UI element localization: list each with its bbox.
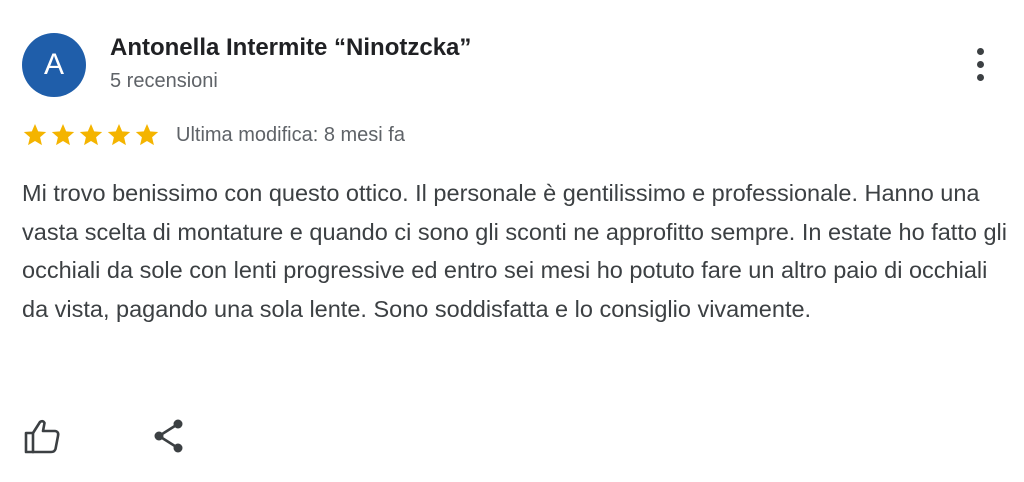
star-rating xyxy=(22,122,160,148)
share-icon xyxy=(154,419,183,453)
star-icon xyxy=(23,123,47,146)
more-vert-icon-dot xyxy=(976,60,984,68)
avatar-initial: A xyxy=(43,48,64,81)
like-button[interactable] xyxy=(22,416,62,456)
star-icon xyxy=(135,123,159,146)
review-count[interactable]: 5 recensioni xyxy=(110,70,218,93)
more-vert-icon xyxy=(976,47,984,55)
more-vert-icon-dot xyxy=(976,73,984,81)
last-modified-label: Ultima modifica: 8 mesi fa xyxy=(176,123,405,146)
share-button[interactable] xyxy=(152,418,188,454)
reviewer-name[interactable]: Antonella Intermite “Ninotzcka” xyxy=(110,34,471,62)
star-icon xyxy=(51,123,75,146)
star-icon xyxy=(107,123,131,146)
thumb-up-icon xyxy=(24,419,60,454)
review-text: Mi trovo benissimo con questo ottico. Il… xyxy=(22,180,1007,322)
avatar[interactable]: A xyxy=(22,33,86,97)
rating-row: Ultima modifica: 8 mesi fa xyxy=(22,120,405,150)
more-options-button[interactable] xyxy=(962,42,998,86)
review-card: A Antonella Intermite “Ninotzcka” 5 rece… xyxy=(0,0,1024,482)
star-icon xyxy=(79,123,103,146)
